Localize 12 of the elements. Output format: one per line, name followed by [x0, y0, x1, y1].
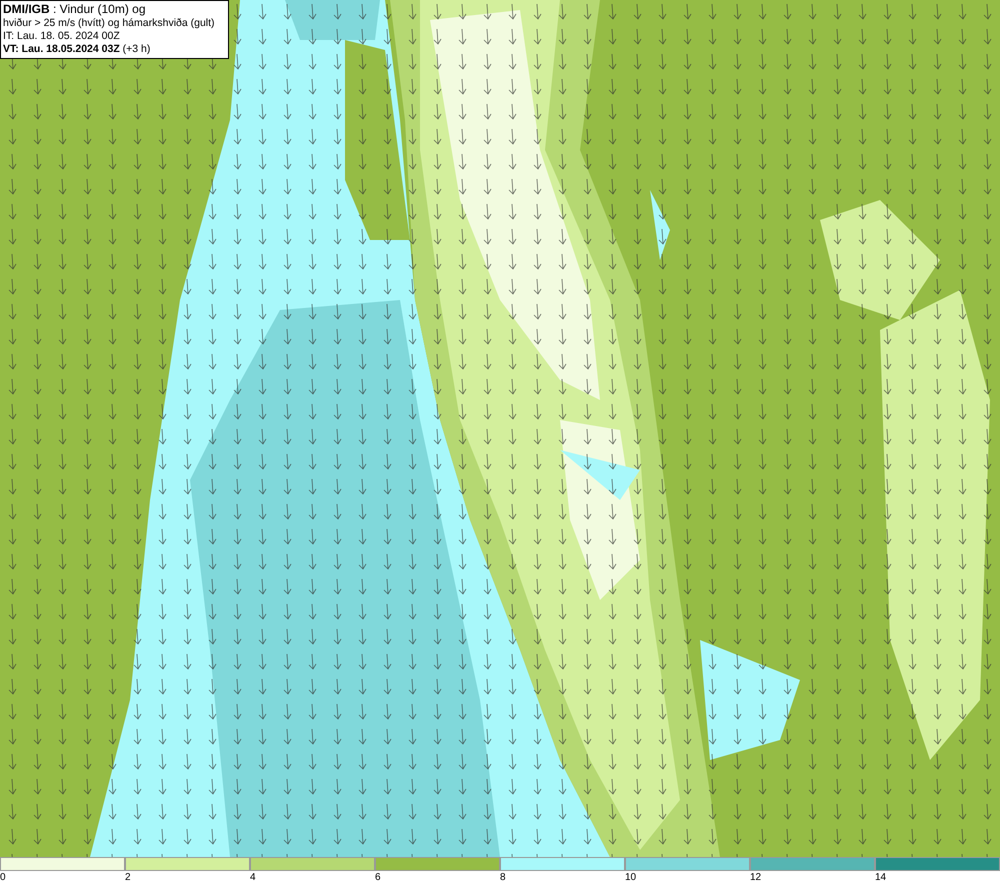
map-subtitle: hviður > 25 m/s (hvítt) og hámarkshviða (gult) — [3, 17, 216, 30]
scale-label: 8 — [500, 871, 506, 885]
valid-time: VT: Lau. 18.05.2024 03Z (+3 h) — [3, 43, 152, 56]
scale-label: 6 — [375, 871, 381, 885]
scale-label: 2 — [125, 871, 131, 885]
scale-label: 4 — [250, 871, 256, 885]
scale-label: 0 — [0, 871, 6, 885]
scale-label: 10 — [625, 871, 636, 885]
scale-label: 12 — [750, 871, 762, 885]
init-time: IT: Lau. 18. 05. 2024 00Z — [3, 30, 121, 43]
map-title: DMI/IGB : Vindur (10m) og — [3, 2, 146, 17]
scale-label: 14 — [875, 871, 886, 885]
